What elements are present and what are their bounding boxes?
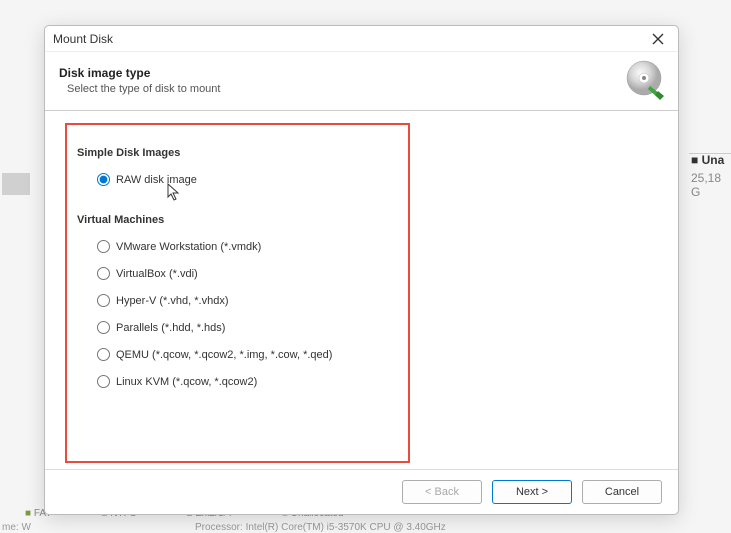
dialog-content: Simple Disk Images RAW disk image Virtua… (45, 111, 678, 469)
radio-input-vmware[interactable] (97, 240, 110, 253)
radio-input-virtualbox[interactable] (97, 267, 110, 280)
section-title-vm: Virtual Machines (77, 214, 654, 226)
dialog-header: Disk image type Select the type of disk … (45, 52, 678, 111)
radio-label: Linux KVM (*.qcow, *.qcow2) (116, 376, 257, 388)
radio-vmware[interactable]: VMware Workstation (*.vmdk) (97, 240, 654, 253)
header-heading: Disk image type (59, 66, 220, 80)
radio-raw-disk[interactable]: RAW disk image (97, 173, 654, 186)
radio-parallels[interactable]: Parallels (*.hdd, *.hds) (97, 321, 654, 334)
close-icon (652, 33, 664, 45)
disc-icon (624, 60, 664, 100)
bg-volume-info: ■ Una 25,18 G (691, 153, 731, 193)
radio-input-hyperv[interactable] (97, 294, 110, 307)
radio-label: QEMU (*.qcow, *.qcow2, *.img, *.cow, *.q… (116, 349, 332, 361)
close-button[interactable] (646, 29, 670, 49)
radio-label: RAW disk image (116, 174, 197, 186)
bg-name-label: me: W (2, 522, 31, 533)
radio-input-qemu[interactable] (97, 348, 110, 361)
back-button: < Back (402, 480, 482, 504)
radio-input-parallels[interactable] (97, 321, 110, 334)
titlebar: Mount Disk (45, 26, 678, 52)
radio-linux-kvm[interactable]: Linux KVM (*.qcow, *.qcow2) (97, 375, 654, 388)
radio-label: Hyper-V (*.vhd, *.vhdx) (116, 295, 228, 307)
radio-virtualbox[interactable]: VirtualBox (*.vdi) (97, 267, 654, 280)
radio-label: VMware Workstation (*.vmdk) (116, 241, 261, 253)
cancel-button[interactable]: Cancel (582, 480, 662, 504)
bg-volume-size: 25,18 G (691, 171, 731, 199)
radio-label: VirtualBox (*.vdi) (116, 268, 198, 280)
radio-qemu[interactable]: QEMU (*.qcow, *.qcow2, *.img, *.cow, *.q… (97, 348, 654, 361)
next-button[interactable]: Next > (492, 480, 572, 504)
radio-hyperv[interactable]: Hyper-V (*.vhd, *.vhdx) (97, 294, 654, 307)
radio-input-raw[interactable] (97, 173, 110, 186)
header-subtitle: Select the type of disk to mount (67, 83, 220, 95)
section-title-simple: Simple Disk Images (77, 147, 654, 159)
radio-input-linux-kvm[interactable] (97, 375, 110, 388)
bg-sidebar-selection (2, 173, 30, 195)
mount-disk-dialog: Mount Disk Disk image type Select the ty… (44, 25, 679, 515)
bg-processor: Processor: Intel(R) Core(TM) i5-3570K CP… (195, 522, 446, 533)
radio-label: Parallels (*.hdd, *.hds) (116, 322, 225, 334)
radio-group-vm: VMware Workstation (*.vmdk) VirtualBox (… (97, 240, 654, 388)
dialog-title: Mount Disk (53, 32, 113, 46)
dialog-footer: < Back Next > Cancel (45, 469, 678, 514)
bg-volume-status: Una (702, 153, 725, 167)
radio-group-simple: RAW disk image (97, 173, 654, 186)
